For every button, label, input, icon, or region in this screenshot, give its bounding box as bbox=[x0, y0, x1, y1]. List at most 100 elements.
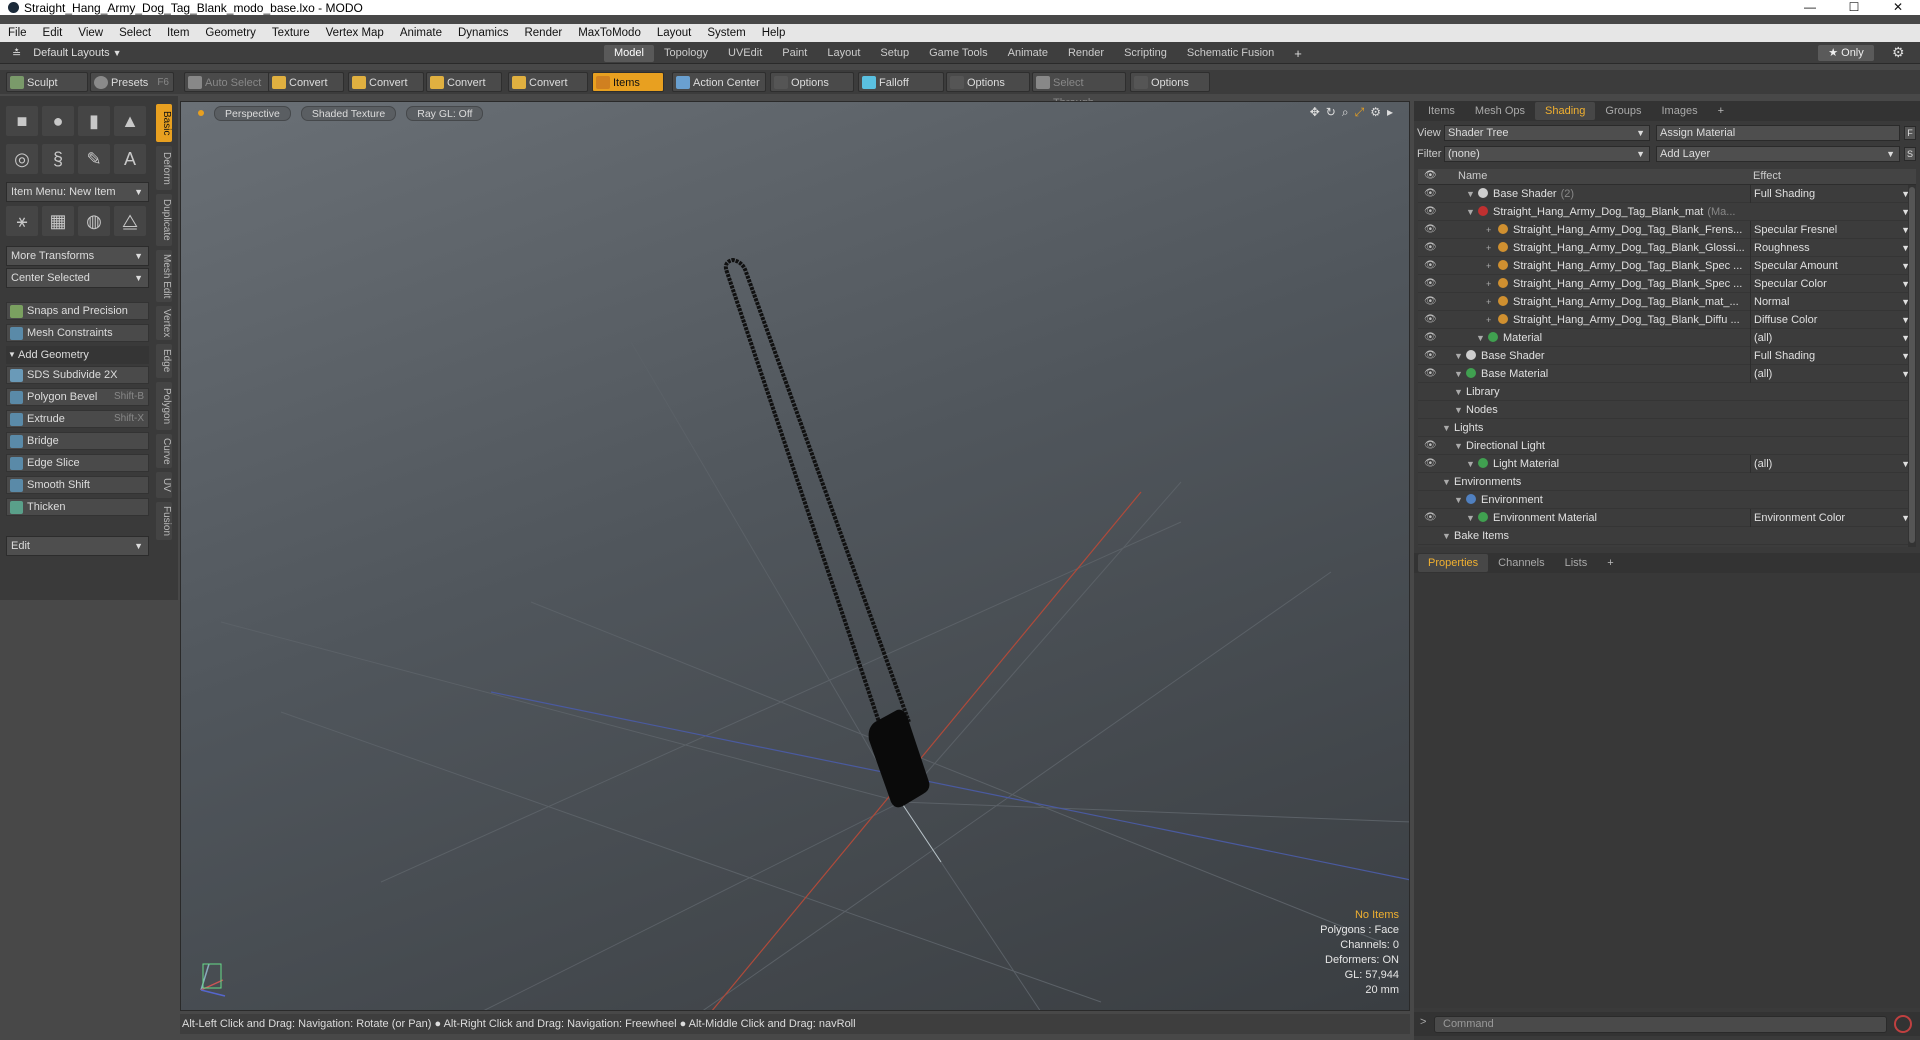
tree-row[interactable]: 👁 + Straight_Hang_Army_Dog_Tag_Blank_mat_.… bbox=[1418, 293, 1916, 311]
collapse-icon[interactable]: ▼ bbox=[1454, 383, 1463, 401]
tree-row[interactable]: ▼ Nodes bbox=[1418, 401, 1916, 419]
tree-row[interactable]: 👁 + Straight_Hang_Army_Dog_Tag_Blank_Frens… bbox=[1418, 221, 1916, 239]
thicken-button[interactable]: Thicken bbox=[6, 498, 149, 516]
rotate-icon[interactable]: ↻ bbox=[1326, 105, 1336, 120]
visibility-eye-icon[interactable]: 👁 bbox=[1424, 365, 1438, 383]
expand-icon[interactable]: + bbox=[1486, 275, 1491, 293]
torus-icon[interactable]: ◎ bbox=[6, 144, 38, 174]
tree-row[interactable]: ▼ Bake Items bbox=[1418, 527, 1916, 545]
tree-row[interactable]: 👁 + Straight_Hang_Army_Dog_Tag_Blank_Spec … bbox=[1418, 257, 1916, 275]
layout-tab-model[interactable]: Model bbox=[604, 45, 654, 62]
add-tab-button[interactable]: + bbox=[1708, 102, 1734, 120]
zoom-icon[interactable]: ⌕ bbox=[1342, 105, 1349, 120]
bridge-button[interactable]: Bridge bbox=[6, 432, 149, 450]
vtab-basic[interactable]: Basic bbox=[156, 104, 172, 142]
raygl-button[interactable]: Ray GL: Off bbox=[406, 105, 484, 121]
tree-row[interactable]: 👁 ▼ Environment Material Environment Color ▼ bbox=[1418, 509, 1916, 527]
layout-tab-scripting[interactable]: Scripting bbox=[1114, 45, 1177, 62]
only-button[interactable]: ★ Only bbox=[1818, 45, 1874, 61]
toolbar-options-button[interactable]: Options bbox=[1130, 72, 1210, 92]
menu-select[interactable]: Select bbox=[111, 27, 159, 39]
toolbar-options-button[interactable]: Options bbox=[946, 72, 1030, 92]
center-selected-dropdown[interactable]: Center Selected ▼ bbox=[6, 268, 149, 288]
visibility-eye-icon[interactable]: 👁 bbox=[1424, 437, 1438, 455]
menu-system[interactable]: System bbox=[699, 27, 753, 39]
vtab-fusion[interactable]: Fusion bbox=[156, 502, 172, 540]
visibility-eye-icon[interactable]: 👁 bbox=[1424, 203, 1438, 221]
polygon-bevel-button[interactable]: Polygon Bevel Shift-B bbox=[6, 388, 149, 406]
effect-cell[interactable]: Full Shading ▼ bbox=[1750, 185, 1916, 203]
cylinder-icon[interactable]: ▮ bbox=[78, 106, 110, 136]
visibility-eye-icon[interactable]: 👁 bbox=[1424, 239, 1438, 257]
presets-button[interactable]: Presets F6 bbox=[90, 72, 174, 92]
camera-icon[interactable]: ⧋ bbox=[114, 206, 146, 236]
record-icon[interactable] bbox=[1894, 1015, 1912, 1033]
filter-dropdown[interactable]: (none) ▼ bbox=[1444, 146, 1650, 162]
f-button[interactable]: F bbox=[1904, 126, 1916, 140]
toolbar-auto-select-button[interactable]: Auto Select bbox=[184, 72, 270, 92]
gear-icon[interactable]: ⚙ bbox=[1370, 105, 1381, 120]
tree-row[interactable]: 👁 ▼ Directional Light bbox=[1418, 437, 1916, 455]
tree-row[interactable]: 👁 ▼ Light Material (all) ▼ bbox=[1418, 455, 1916, 473]
menu-vertex-map[interactable]: Vertex Map bbox=[318, 27, 392, 39]
visibility-eye-icon[interactable]: 👁 bbox=[1424, 257, 1438, 275]
layout-tab-animate[interactable]: Animate bbox=[998, 45, 1058, 62]
effect-column-header[interactable]: Effect bbox=[1753, 170, 1781, 182]
toolbar-convert-button[interactable]: Convert bbox=[268, 72, 344, 92]
pan-icon[interactable]: ✥ bbox=[1310, 105, 1320, 120]
perspective-button[interactable]: Perspective bbox=[214, 105, 291, 121]
minimize-button[interactable]: — bbox=[1788, 0, 1832, 15]
toolbar-select-through-button[interactable]: Select Through bbox=[1032, 72, 1126, 109]
fit-icon[interactable]: ⤢ bbox=[1355, 105, 1365, 120]
menu-edit[interactable]: Edit bbox=[35, 27, 71, 39]
tree-row[interactable]: 👁 ▼ Base Shader Full Shading ▼ bbox=[1418, 347, 1916, 365]
tab-mesh-ops[interactable]: Mesh Ops bbox=[1465, 102, 1535, 120]
vtab-vertex[interactable]: Vertex bbox=[156, 306, 172, 340]
collapse-icon[interactable]: ▼ bbox=[1442, 527, 1451, 545]
collapse-icon[interactable]: ▼ bbox=[1454, 347, 1463, 365]
vtab-edge[interactable]: Edge bbox=[156, 344, 172, 378]
collapse-icon[interactable]: ▼ bbox=[1476, 329, 1485, 347]
effect-cell[interactable]: Diffuse Color ▼ bbox=[1750, 311, 1916, 329]
visibility-eye-icon[interactable]: 👁 bbox=[1424, 293, 1438, 311]
visibility-eye-icon[interactable]: 👁 bbox=[1424, 185, 1438, 203]
locator-icon[interactable]: ⚹ bbox=[6, 206, 38, 236]
collapse-icon[interactable]: ▼ bbox=[1466, 203, 1475, 221]
visibility-eye-icon[interactable]: 👁 bbox=[1424, 221, 1438, 239]
tree-row[interactable]: 👁 ▼ Base Material (all) ▼ bbox=[1418, 365, 1916, 383]
layout-tab-schematic-fusion[interactable]: Schematic Fusion bbox=[1177, 45, 1284, 62]
add-geometry-section[interactable]: ▼ Add Geometry bbox=[6, 346, 149, 364]
tab-items[interactable]: Items bbox=[1418, 102, 1465, 120]
toolbar-action-center-button[interactable]: Action Center bbox=[672, 72, 766, 92]
tree-row[interactable]: 👁 + Straight_Hang_Army_Dog_Tag_Blank_Spec … bbox=[1418, 275, 1916, 293]
layout-tab-render[interactable]: Render bbox=[1058, 45, 1114, 62]
mesh-constraints-button[interactable]: Mesh Constraints bbox=[6, 324, 149, 342]
toolbar-convert-button[interactable]: Convert bbox=[348, 72, 424, 92]
effect-cell[interactable]: Specular Fresnel ▼ bbox=[1750, 221, 1916, 239]
assign-material-button[interactable]: Assign Material bbox=[1656, 125, 1900, 141]
menu-maxtomodo[interactable]: MaxToModo bbox=[570, 27, 649, 39]
layout-tab-uvedit[interactable]: UVEdit bbox=[718, 45, 772, 62]
toolbar-options-button[interactable]: Options bbox=[770, 72, 854, 92]
snaps-button[interactable]: Snaps and Precision bbox=[6, 302, 149, 320]
layout-tab-game-tools[interactable]: Game Tools bbox=[919, 45, 998, 62]
tree-row[interactable]: ▼ Environment bbox=[1418, 491, 1916, 509]
gear-icon[interactable]: ⚙ bbox=[1892, 44, 1905, 61]
add-layout-tab-button[interactable]: + bbox=[1284, 45, 1312, 62]
tree-row[interactable]: 👁 + Straight_Hang_Army_Dog_Tag_Blank_Diffu… bbox=[1418, 311, 1916, 329]
edge-slice-button[interactable]: Edge Slice bbox=[6, 454, 149, 472]
tab-groups[interactable]: Groups bbox=[1595, 102, 1651, 120]
more-transforms-dropdown[interactable]: More Transforms ▼ bbox=[6, 246, 149, 266]
visibility-eye-icon[interactable]: 👁 bbox=[1424, 311, 1438, 329]
collapse-icon[interactable]: ▼ bbox=[1454, 437, 1463, 455]
tab-lists[interactable]: Lists bbox=[1555, 554, 1598, 572]
cube-icon[interactable]: ■ bbox=[6, 106, 38, 136]
name-column-header[interactable]: Name bbox=[1458, 170, 1487, 182]
collapse-icon[interactable]: ▼ bbox=[1466, 509, 1475, 527]
layouts-dropdown[interactable]: ≛ Default Layouts ▼ bbox=[12, 45, 122, 61]
tab-properties[interactable]: Properties bbox=[1418, 554, 1489, 572]
item-menu-dropdown[interactable]: Item Menu: New Item ▼ bbox=[6, 182, 149, 202]
menu-geometry[interactable]: Geometry bbox=[197, 27, 264, 39]
tab-images[interactable]: Images bbox=[1652, 102, 1708, 120]
tree-row[interactable]: ▼ Environments bbox=[1418, 473, 1916, 491]
